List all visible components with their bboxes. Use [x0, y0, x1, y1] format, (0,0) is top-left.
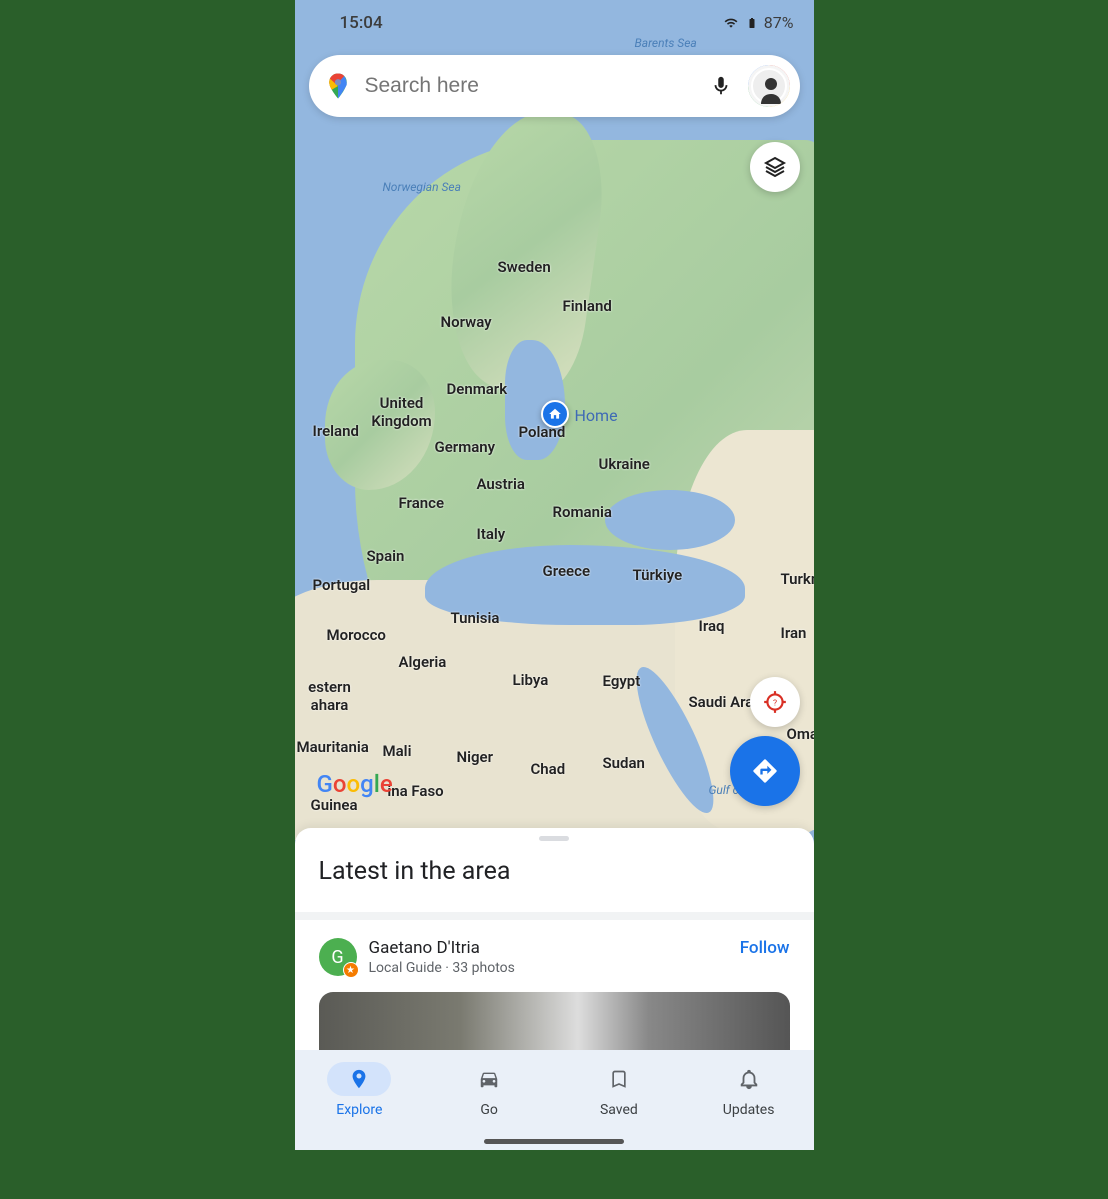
country-label: Mauritania	[297, 738, 369, 756]
nav-go[interactable]: Go	[424, 1050, 554, 1150]
nav-saved[interactable]: Saved	[554, 1050, 684, 1150]
country-label: Egypt	[603, 672, 641, 690]
pin-icon	[348, 1068, 370, 1090]
status-bar: 15:04 87%	[295, 0, 814, 45]
country-label: Libya	[513, 671, 549, 689]
country-label: Norway	[441, 313, 492, 331]
gesture-bar	[484, 1139, 624, 1144]
home-label: Home	[575, 406, 618, 425]
car-icon	[476, 1068, 502, 1090]
country-label: Algeria	[399, 653, 447, 671]
nav-explore[interactable]: Explore	[295, 1050, 425, 1150]
nav-updates[interactable]: Updates	[684, 1050, 814, 1150]
country-label: Romania	[553, 503, 612, 521]
country-label: Portugal	[313, 576, 371, 594]
battery-text: 87%	[764, 13, 794, 32]
search-bar[interactable]	[309, 55, 800, 117]
sea-label: Norwegian Sea	[383, 180, 461, 194]
country-label: United Kingdom	[367, 394, 437, 430]
country-label: Tunisia	[451, 609, 500, 627]
sheet-drag-handle[interactable]	[539, 836, 569, 841]
my-location-button[interactable]: ?	[750, 677, 800, 727]
country-label: Türkiye	[633, 566, 683, 584]
feed-post[interactable]: G ★ Gaetano D'Itria Local Guide · 33 pho…	[295, 920, 814, 1070]
home-pin[interactable]	[541, 400, 569, 428]
country-label: Guinea	[311, 796, 358, 814]
follow-button[interactable]: Follow	[740, 938, 790, 958]
maps-logo-icon	[323, 71, 353, 101]
svg-text:?: ?	[772, 698, 776, 708]
country-label: Iran	[781, 624, 807, 642]
country-label: France	[399, 494, 445, 512]
country-label: Iraq	[699, 617, 725, 635]
bottom-nav: Explore Go Saved Updates	[295, 1050, 814, 1150]
directions-button[interactable]	[730, 736, 800, 806]
sheet-title: Latest in the area	[295, 849, 814, 912]
bell-icon	[738, 1068, 760, 1090]
country-label: Denmark	[447, 380, 508, 398]
country-label: Spain	[367, 547, 405, 565]
country-label: Morocco	[327, 626, 386, 644]
map-layers-button[interactable]	[750, 142, 800, 192]
country-label: Turkm	[781, 570, 814, 588]
post-avatar[interactable]: G ★	[319, 938, 357, 976]
battery-icon	[746, 14, 758, 32]
bottom-sheet[interactable]: Latest in the area G ★ Gaetano D'Itria L…	[295, 828, 814, 1070]
country-label: estern ahara	[295, 678, 365, 714]
country-label: Ukraine	[599, 455, 650, 473]
account-avatar[interactable]	[748, 65, 790, 107]
google-attribution: Google	[317, 770, 393, 798]
phone-screen: Barents SeaNorwegian SeaGulf of Aden Swe…	[295, 0, 814, 1150]
post-author-name: Gaetano D'Itria	[369, 938, 515, 958]
country-label: Germany	[435, 438, 496, 456]
country-label: Sweden	[498, 258, 551, 276]
country-label: Greece	[543, 562, 591, 580]
country-label: Finland	[563, 297, 612, 315]
post-author-subtitle: Local Guide · 33 photos	[369, 960, 515, 976]
country-label: Oma	[787, 725, 814, 743]
country-label: Chad	[531, 760, 566, 778]
wifi-icon	[722, 16, 740, 30]
status-time: 15:04	[340, 13, 383, 33]
country-label: Niger	[457, 748, 494, 766]
country-label: Italy	[477, 525, 506, 543]
voice-search-icon[interactable]	[710, 75, 732, 97]
country-label: Sudan	[603, 754, 645, 772]
country-label: Ireland	[313, 422, 359, 440]
country-label: Austria	[477, 475, 525, 493]
bookmark-icon	[609, 1068, 629, 1090]
country-label: Mali	[383, 742, 412, 760]
search-input[interactable]	[353, 74, 710, 98]
local-guide-badge-icon: ★	[343, 962, 359, 978]
